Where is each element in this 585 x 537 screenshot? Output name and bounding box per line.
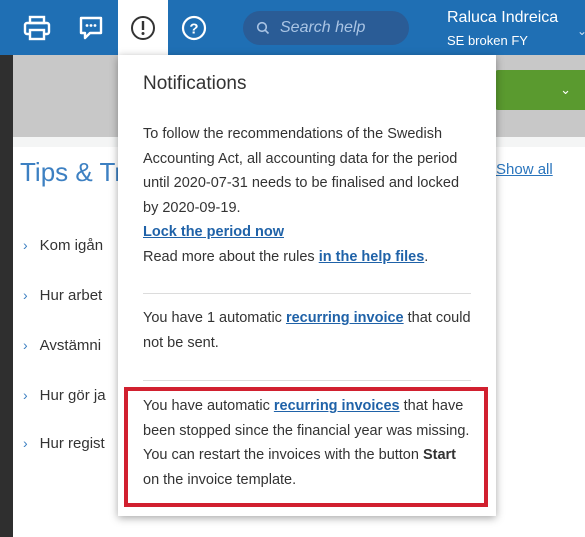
chevron-down-icon: ⌄ (560, 82, 571, 97)
recurring-invoices-link[interactable]: recurring invoices (274, 398, 400, 414)
lock-period-link[interactable]: Lock the period now (143, 224, 284, 240)
notifications-title: Notifications (143, 73, 247, 94)
printer-button[interactable] (18, 8, 56, 48)
search-input[interactable] (278, 18, 402, 38)
notification-recurring-failed: You have 1 automatic recurring invoice t… (143, 310, 471, 351)
chevron-right-icon: › (23, 387, 28, 403)
chevron-right-icon: › (23, 337, 28, 353)
company-name: SE broken FY (447, 33, 528, 48)
notification-recurring-stopped: You have automatic recurring invoices th… (143, 398, 470, 488)
chevron-right-icon: › (23, 287, 28, 303)
tip-item[interactable]: › Hur regist (23, 435, 105, 452)
help-button[interactable]: ? (175, 8, 213, 48)
show-all-link[interactable]: Show all (496, 161, 553, 178)
tip-item[interactable]: › Hur arbet (23, 287, 102, 304)
tip-item[interactable]: › Kom igån (23, 237, 103, 254)
start-label: Start (422, 447, 457, 463)
notifications-popover: Notifications To follow the recommendati… (118, 55, 496, 516)
help-icon: ? (180, 14, 208, 42)
help-search[interactable] (243, 11, 409, 45)
user-name: Raluca Indreica (447, 9, 559, 26)
notifications-button[interactable] (124, 8, 162, 48)
help-files-link[interactable]: in the help files (319, 249, 425, 265)
top-bar: ? Raluca Indreica SE broken FY ⌄ (0, 0, 585, 55)
divider (143, 380, 471, 381)
tip-item[interactable]: › Avstämni (23, 337, 101, 354)
green-action-button[interactable]: ⌄ (495, 70, 585, 110)
tips-title: Tips & Tr (20, 157, 124, 187)
printer-icon (23, 14, 51, 42)
chevron-right-icon: › (23, 435, 28, 451)
user-menu[interactable]: Raluca Indreica SE broken FY ⌄ (447, 8, 585, 50)
chevron-down-icon: ⌄ (577, 24, 585, 38)
notifications-icon (129, 14, 157, 42)
recurring-invoice-link[interactable]: recurring invoice (286, 310, 404, 326)
tip-item[interactable]: › Hur gör ja (23, 387, 106, 404)
chat-button[interactable] (72, 8, 110, 48)
svg-text:?: ? (189, 21, 198, 38)
notification-accounting-act: To follow the recommendations of the Swe… (143, 126, 460, 265)
search-icon (256, 21, 270, 35)
divider (143, 293, 471, 294)
chat-icon (77, 14, 105, 42)
chevron-right-icon: › (23, 237, 28, 253)
